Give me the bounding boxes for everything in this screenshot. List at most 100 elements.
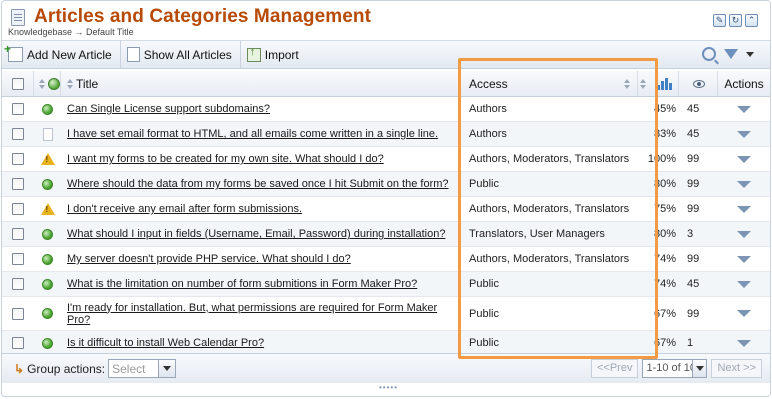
- sort-icon: [38, 78, 45, 89]
- row-actions-cell: [718, 122, 770, 146]
- article-title-link[interactable]: I have set email format to HTML, and all…: [67, 128, 438, 140]
- page-range-select[interactable]: 1-10 of 10: [642, 359, 708, 378]
- row-actions-cell: [718, 272, 770, 296]
- actions-column-label: Actions: [724, 76, 764, 91]
- row-title-cell: I want my forms to be created for my own…: [61, 147, 461, 171]
- access-column-header[interactable]: Access: [461, 71, 638, 96]
- actions-dropdown-icon[interactable]: [737, 105, 751, 113]
- actions-dropdown-icon[interactable]: [737, 205, 751, 213]
- collapse-icon[interactable]: ⌃: [745, 14, 758, 27]
- actions-dropdown-icon[interactable]: [737, 155, 751, 163]
- row-checkbox[interactable]: [12, 103, 24, 115]
- row-views-cell: 99: [679, 247, 718, 271]
- row-access-cell: Public: [461, 297, 638, 330]
- chevron-down-icon[interactable]: [692, 360, 707, 377]
- actions-dropdown-icon[interactable]: [737, 130, 751, 138]
- edit-icon[interactable]: ✎: [713, 14, 726, 27]
- bar-chart-icon: [657, 77, 672, 90]
- sort-icon: [67, 78, 73, 89]
- row-status-cell: [34, 272, 61, 296]
- row-checkbox-cell: [2, 122, 34, 146]
- row-checkbox-cell: [2, 247, 34, 271]
- article-title-link[interactable]: Where should the data from my forms be s…: [67, 178, 449, 190]
- row-actions-cell: [718, 97, 770, 121]
- row-actions-cell: [718, 247, 770, 271]
- next-page-button[interactable]: Next >>: [711, 359, 762, 378]
- grid-body: Can Single License support subdomains? Au…: [2, 97, 770, 356]
- published-icon: [42, 228, 53, 240]
- article-title-link[interactable]: What should I input in fields (Username,…: [67, 228, 445, 240]
- actions-dropdown-icon[interactable]: [737, 230, 751, 238]
- refresh-icon[interactable]: ↻: [729, 14, 742, 27]
- row-checkbox[interactable]: [12, 278, 24, 290]
- rating-value: 45%: [653, 103, 676, 115]
- row-access-cell: Public: [461, 272, 638, 296]
- table-row: Where should the data from my forms be s…: [2, 172, 770, 197]
- group-actions-placeholder: Select: [112, 362, 146, 376]
- row-access-cell: Authors, Moderators, Translators: [461, 147, 638, 171]
- row-checkbox[interactable]: [12, 307, 24, 320]
- articles-grid: Title Access Actions Can Single License …: [2, 71, 770, 356]
- actions-dropdown-icon[interactable]: [737, 310, 751, 317]
- row-checkbox[interactable]: [12, 178, 24, 190]
- status-column-header[interactable]: [34, 71, 61, 96]
- resize-handle[interactable]: •••••: [379, 383, 398, 392]
- actions-dropdown-icon[interactable]: [737, 339, 751, 347]
- row-access-cell: Authors, Moderators, Translators: [461, 247, 638, 271]
- group-actions-label: Group actions:: [27, 361, 106, 376]
- row-views-cell: 45: [679, 122, 718, 146]
- row-status-cell: [34, 172, 61, 196]
- chevron-down-icon[interactable]: [746, 51, 754, 57]
- article-title-link[interactable]: My server doesn't provide PHP service. W…: [67, 253, 351, 265]
- chevron-down-icon[interactable]: [158, 360, 176, 377]
- row-status-cell: [34, 147, 61, 171]
- eye-icon: [693, 79, 705, 88]
- show-all-articles-button[interactable]: Show All Articles: [121, 41, 241, 68]
- actions-dropdown-icon[interactable]: [737, 255, 751, 263]
- row-rating-cell: 74%: [638, 272, 679, 296]
- add-document-icon: [4, 42, 23, 62]
- title-column-header[interactable]: Title: [61, 71, 461, 96]
- filter-icon[interactable]: [724, 49, 738, 59]
- rating-column-header[interactable]: [638, 71, 679, 96]
- search-icon[interactable]: [702, 47, 716, 61]
- row-checkbox[interactable]: [12, 253, 24, 265]
- views-value: 99: [687, 153, 700, 165]
- article-title-link[interactable]: I want my forms to be created for my own…: [67, 153, 384, 165]
- table-row: I have set email format to HTML, and all…: [2, 122, 770, 147]
- row-checkbox[interactable]: [12, 128, 24, 140]
- row-checkbox[interactable]: [12, 228, 24, 240]
- row-rating-cell: 80%: [638, 222, 679, 246]
- sort-icon: [640, 78, 646, 89]
- row-views-cell: 3: [679, 222, 718, 246]
- row-rating-cell: 80%: [638, 172, 679, 196]
- article-title-link[interactable]: I'm ready for installation. But, what pe…: [67, 302, 461, 326]
- views-value: 99: [687, 178, 700, 190]
- row-rating-cell: 67%: [638, 297, 679, 330]
- article-title-link[interactable]: What is the limitation on number of form…: [67, 278, 417, 290]
- actions-dropdown-icon[interactable]: [737, 280, 751, 288]
- row-actions-cell: [718, 147, 770, 171]
- row-views-cell: 45: [679, 97, 718, 121]
- row-checkbox[interactable]: [12, 203, 24, 215]
- grid-header: Title Access Actions: [2, 71, 770, 97]
- rating-value: 80%: [653, 228, 676, 240]
- views-column-header[interactable]: [679, 71, 718, 96]
- article-title-link[interactable]: Can Single License support subdomains?: [67, 103, 270, 115]
- row-views-cell: 45: [679, 272, 718, 296]
- article-title-link[interactable]: I don't receive any email after form sub…: [67, 203, 302, 215]
- row-views-cell: 1: [679, 331, 718, 355]
- row-rating-cell: 75%: [638, 197, 679, 221]
- access-value: Authors, Moderators, Translators: [469, 253, 630, 265]
- article-title-link[interactable]: Is it difficult to install Web Calendar …: [67, 337, 264, 349]
- group-actions-select[interactable]: Select: [108, 359, 177, 378]
- row-actions-cell: [718, 222, 770, 246]
- row-checkbox[interactable]: [12, 153, 24, 165]
- page-range-value: 1-10 of 10: [646, 362, 697, 374]
- select-all-checkbox[interactable]: [11, 77, 24, 90]
- actions-dropdown-icon[interactable]: [737, 180, 751, 188]
- import-button[interactable]: Import: [241, 41, 307, 68]
- add-article-button[interactable]: Add New Article: [2, 41, 121, 68]
- prev-page-button[interactable]: <<Prev: [591, 359, 639, 378]
- row-checkbox[interactable]: [12, 337, 24, 349]
